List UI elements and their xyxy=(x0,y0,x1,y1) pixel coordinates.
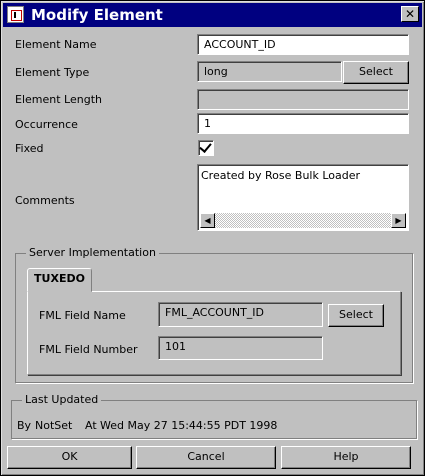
fixed-label: Fixed xyxy=(15,142,44,155)
updated-at-value: Wed May 27 15:44:55 PDT 1998 xyxy=(100,419,278,432)
comments-text: Created by Rose Bulk Loader xyxy=(201,169,361,182)
checkmark-icon xyxy=(199,140,212,153)
help-button[interactable]: Help xyxy=(281,446,411,469)
cancel-button[interactable]: Cancel xyxy=(136,446,276,469)
comments-textarea[interactable]: Created by Rose Bulk Loader ◀ ▶ xyxy=(197,164,409,231)
fml-field-name-label: FML Field Name xyxy=(39,309,126,322)
element-name-input[interactable]: ACCOUNT_ID xyxy=(197,34,409,55)
updated-by-label: By xyxy=(17,419,32,432)
comments-horizontal-scrollbar[interactable]: ◀ ▶ xyxy=(200,213,406,228)
scroll-right-icon[interactable]: ▶ xyxy=(391,213,406,228)
updated-by-value: NotSet xyxy=(35,419,73,432)
tab-tuxedo[interactable]: TUXEDO xyxy=(27,268,92,292)
element-length-field xyxy=(197,89,409,110)
fml-field-number-field: 101 xyxy=(158,336,323,360)
scroll-left-icon[interactable]: ◀ xyxy=(200,213,215,228)
comments-label: Comments xyxy=(15,194,75,207)
element-type-select-button[interactable]: Select xyxy=(343,61,409,84)
close-icon[interactable]: ✕ xyxy=(401,6,419,22)
fml-field-name-field: FML_ACCOUNT_ID xyxy=(158,302,323,327)
element-type-field: long xyxy=(197,61,342,82)
element-type-label: Element Type xyxy=(15,66,90,79)
last-updated-title: Last Updated xyxy=(22,393,102,406)
updated-at-label: At xyxy=(85,419,97,432)
dialog-window: Modify Element ✕ Element Name ACCOUNT_ID… xyxy=(0,0,425,476)
window-title: Modify Element xyxy=(31,6,163,24)
server-implementation-title: Server Implementation xyxy=(26,246,159,259)
element-length-label: Element Length xyxy=(15,93,102,106)
occurrence-input[interactable]: 1 xyxy=(197,113,409,134)
ok-button[interactable]: OK xyxy=(7,446,132,469)
fml-field-select-button[interactable]: Select xyxy=(328,304,384,327)
app-icon[interactable] xyxy=(7,6,24,23)
fixed-checkbox[interactable] xyxy=(198,140,214,156)
title-bar[interactable]: Modify Element ✕ xyxy=(3,3,422,27)
element-name-label: Element Name xyxy=(15,38,97,51)
occurrence-label: Occurrence xyxy=(15,118,78,131)
fml-field-number-label: FML Field Number xyxy=(39,343,138,356)
